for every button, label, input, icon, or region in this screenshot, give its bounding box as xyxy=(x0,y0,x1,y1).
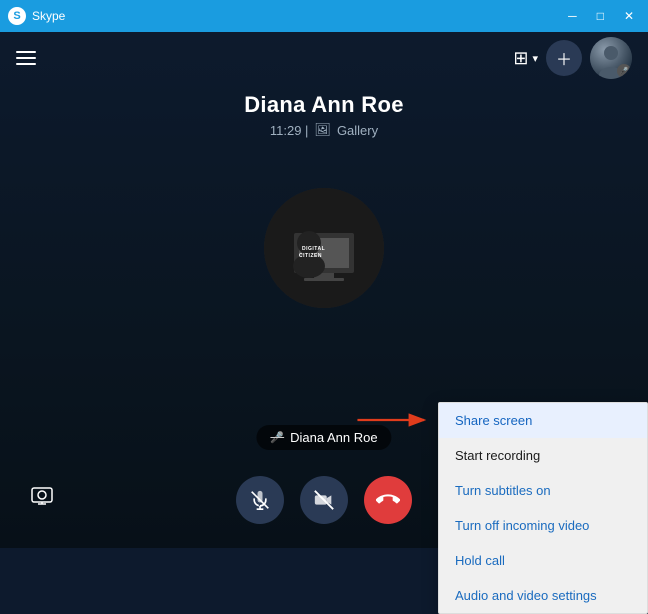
caller-avatar: DIGITAL CITIZEN xyxy=(264,188,384,308)
top-bar: ⊞ ▾ ＋ xyxy=(0,32,648,84)
caller-name: Diana Ann Roe xyxy=(244,92,404,118)
hamburger-menu[interactable] xyxy=(16,51,36,65)
turn-off-video-label: Turn off incoming video xyxy=(455,518,589,533)
audio-video-settings-label: Audio and video settings xyxy=(455,588,597,603)
menu-turn-off-video[interactable]: Turn off incoming video xyxy=(439,508,647,543)
call-info: Diana Ann Roe 11:29 | 🖼 Gallery xyxy=(244,92,404,138)
titlebar-left: S Skype xyxy=(8,7,65,25)
titlebar: S Skype ─ □ ✕ xyxy=(0,0,648,32)
svg-text:CITIZEN: CITIZEN xyxy=(299,253,322,259)
menu-turn-subtitles[interactable]: Turn subtitles on xyxy=(439,473,647,508)
context-menu: Share screen Start recording Turn subtit… xyxy=(438,402,648,614)
mute-button[interactable] xyxy=(236,476,284,524)
gallery-icon: 🖼 xyxy=(314,122,331,138)
app-title: Skype xyxy=(32,9,65,23)
turn-subtitles-label: Turn subtitles on xyxy=(455,483,551,498)
maximize-button[interactable]: □ xyxy=(591,8,610,24)
name-tag-mic-icon: 🎤 xyxy=(270,431,284,444)
svg-text:DIGITAL: DIGITAL xyxy=(302,246,325,252)
menu-audio-video-settings[interactable]: Audio and video settings xyxy=(439,578,647,613)
mic-badge: 🎤 xyxy=(617,64,631,78)
skype-logo: S xyxy=(8,7,26,25)
close-button[interactable]: ✕ xyxy=(618,8,640,24)
call-area: ⊞ ▾ ＋ xyxy=(0,32,648,548)
hold-call-label: Hold call xyxy=(455,553,505,568)
layout-icon: ⊞ xyxy=(513,48,528,69)
video-toggle-button[interactable] xyxy=(300,476,348,524)
end-call-button[interactable] xyxy=(364,476,412,524)
start-recording-label: Start recording xyxy=(455,448,540,463)
menu-hold-call[interactable]: Hold call xyxy=(439,543,647,578)
share-screen-label: Share screen xyxy=(455,413,532,428)
top-bar-right: ⊞ ▾ ＋ xyxy=(513,37,632,79)
name-tag: 🎤 Diana Ann Roe xyxy=(256,425,391,450)
titlebar-controls: ─ □ ✕ xyxy=(562,8,640,24)
call-time: 11:29 | xyxy=(270,123,309,138)
layout-button[interactable]: ⊞ ▾ xyxy=(513,48,538,69)
gallery-label: Gallery xyxy=(337,123,378,138)
menu-start-recording[interactable]: Start recording xyxy=(439,438,647,473)
add-person-icon: ＋ xyxy=(556,46,572,70)
name-tag-label: Diana Ann Roe xyxy=(290,430,377,445)
user-avatar-thumbnail[interactable]: 🎤 xyxy=(590,37,632,79)
add-person-button[interactable]: ＋ xyxy=(546,40,582,76)
silhouette: DIGITAL CITIZEN xyxy=(264,188,384,308)
minimize-button[interactable]: ─ xyxy=(562,8,583,24)
menu-share-screen[interactable]: Share screen xyxy=(439,403,647,438)
layout-chevron: ▾ xyxy=(532,52,538,65)
call-meta: 11:29 | 🖼 Gallery xyxy=(244,122,404,138)
